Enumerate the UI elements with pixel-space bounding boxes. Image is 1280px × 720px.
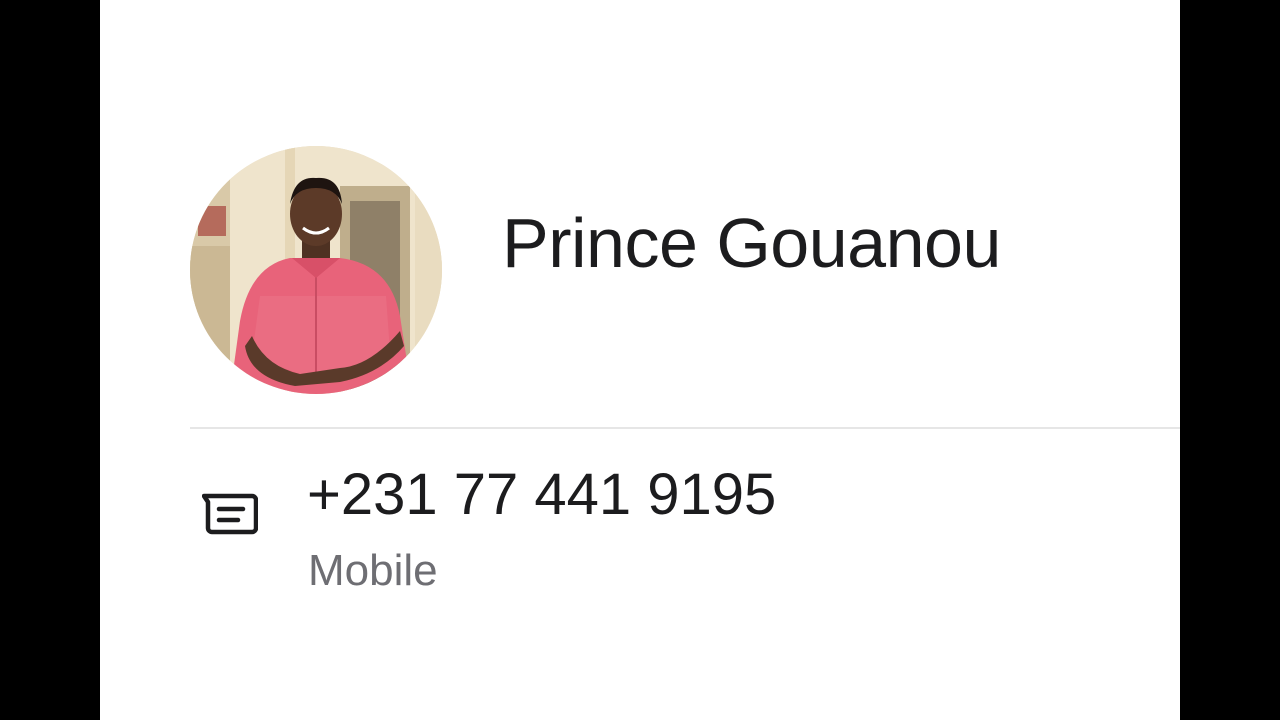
phone-number-row[interactable]: +231 77 441 9195 Mobile <box>100 430 1180 620</box>
contact-card-screen: Prince Gouanou +231 77 441 9195 Mobile <box>100 0 1180 720</box>
divider <box>190 427 1180 429</box>
phone-type-label: Mobile <box>308 546 438 595</box>
avatar-photo <box>190 146 442 394</box>
contact-name: Prince Gouanou <box>502 204 1001 282</box>
message-icon[interactable] <box>202 490 258 538</box>
contact-header: Prince Gouanou <box>100 0 1180 428</box>
avatar[interactable] <box>190 146 442 394</box>
phone-number[interactable]: +231 77 441 9195 <box>307 460 776 530</box>
